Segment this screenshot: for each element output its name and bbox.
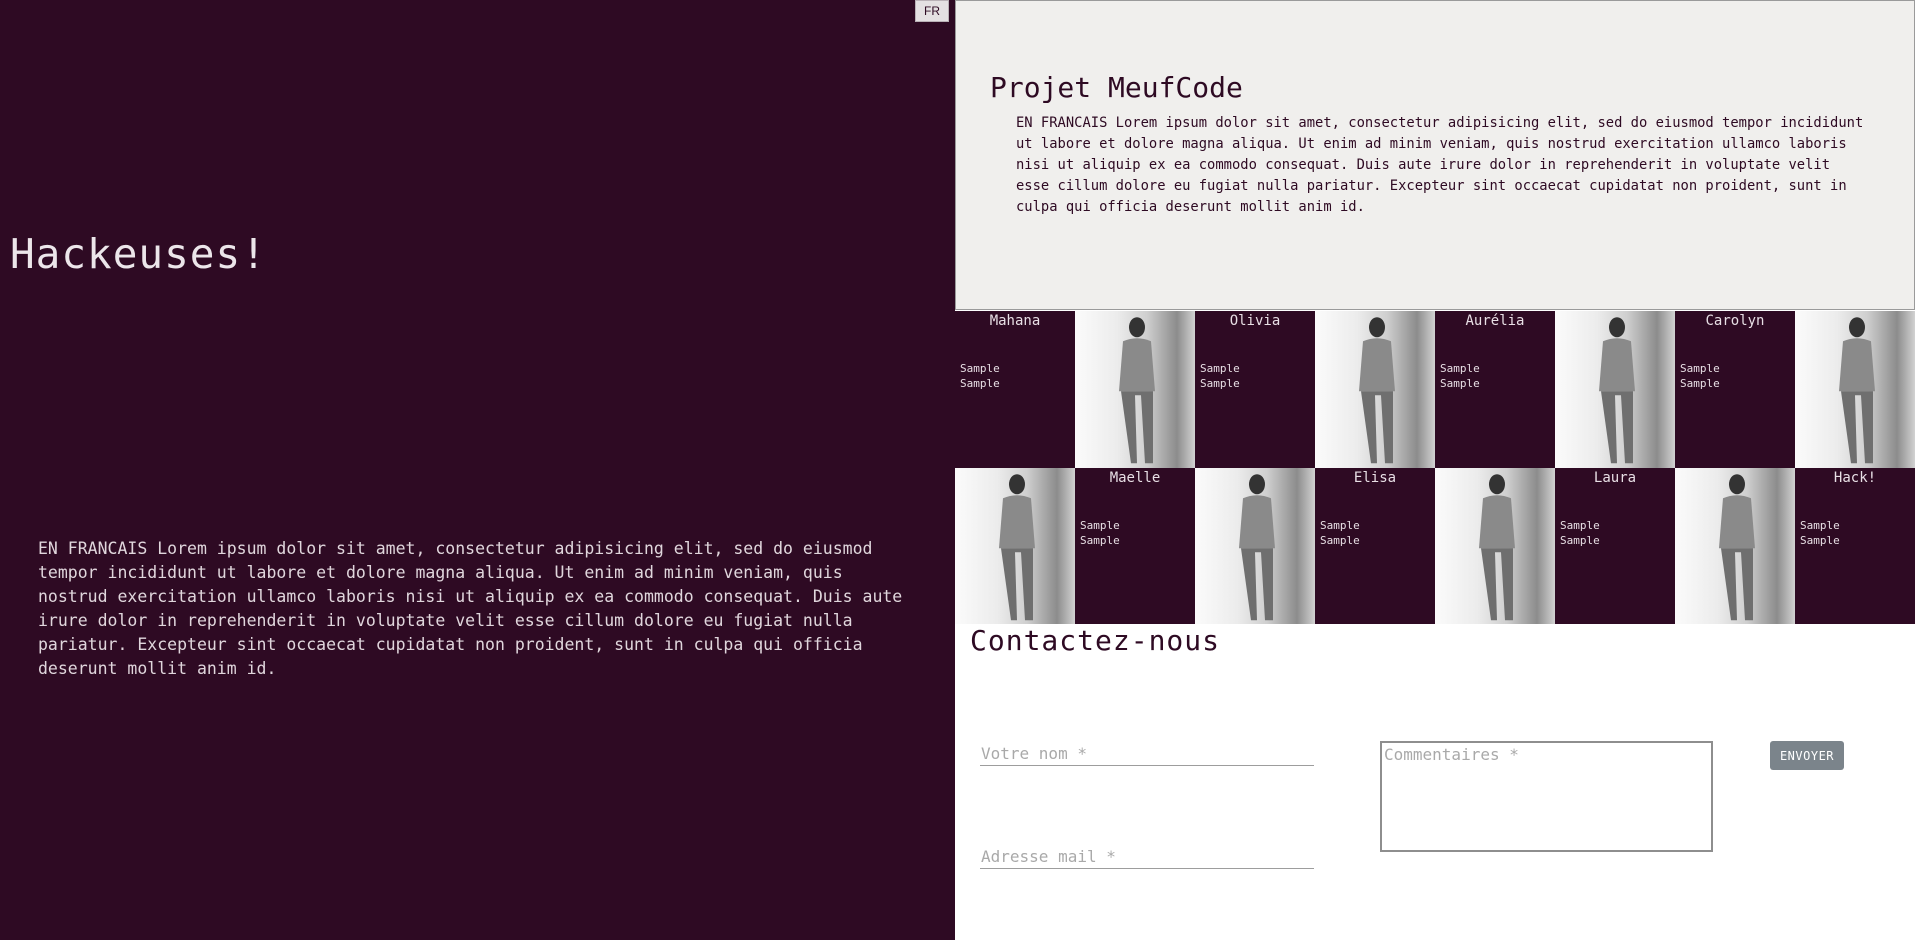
member-name: Laura [1593,469,1637,486]
name-input[interactable] [980,741,1314,766]
team-grid: Mahana Sample Sample Olivia Sample Sample … [955,311,1915,624]
member-photo [1315,311,1435,468]
member-photo [1435,467,1555,624]
member-name: Carolyn [1705,313,1765,329]
comments-textarea[interactable] [1380,741,1713,852]
member-card: Maelle Sample Sample [1075,467,1195,624]
member-details: Sample Sample [1560,518,1600,547]
member-photo [1555,311,1675,468]
project-text: EN FRANCAIS Lorem ipsum dolor sit amet, … [1016,115,1864,215]
member-card: Carolyn Sample Sample [1675,311,1795,468]
email-input[interactable] [980,844,1314,869]
hero-text: EN FRANCAIS Lorem ipsum dolor sit amet, … [38,539,903,678]
member-card: Elisa Sample Sample [1315,467,1435,624]
member-name: Mahana [989,313,1041,329]
member-name: Elisa [1353,469,1397,486]
member-name: Olivia [1229,313,1281,329]
member-card: Olivia Sample Sample [1195,311,1315,468]
member-photo [1675,467,1795,624]
member-details: Sample Sample [1440,362,1480,390]
member-photo [1075,311,1195,468]
project-section: Projet MeufCode EN FRANCAIS Lorem ipsum … [955,0,1915,310]
project-title: Projet MeufCode [990,71,1243,104]
member-photo [1795,311,1915,468]
member-card: Hack! Sample Sample [1795,467,1915,624]
contact-title: Contactez-nous [970,624,1221,657]
member-details: Sample Sample [960,362,1000,390]
member-card: Mahana Sample Sample [955,311,1075,468]
member-details: Sample Sample [1200,362,1240,390]
member-name: Hack! [1833,469,1877,486]
member-name: Maelle [1109,469,1161,486]
member-photo [1195,467,1315,624]
member-details: Sample Sample [1800,518,1840,547]
member-details: Sample Sample [1080,518,1120,547]
hero-section: Hackeuses! EN FRANCAIS Lorem ipsum dolor… [0,0,955,940]
language-toggle-button[interactable]: FR [915,0,949,22]
member-name: Aurélia [1465,313,1525,329]
send-button[interactable]: ENVOYER [1770,741,1844,770]
member-details: Sample Sample [1320,518,1360,547]
member-details: Sample Sample [1680,362,1720,390]
member-card: Aurélia Sample Sample [1435,311,1555,468]
member-card: Laura Sample Sample [1555,467,1675,624]
member-photo [955,467,1075,624]
hero-title: Hackeuses! [10,230,267,278]
